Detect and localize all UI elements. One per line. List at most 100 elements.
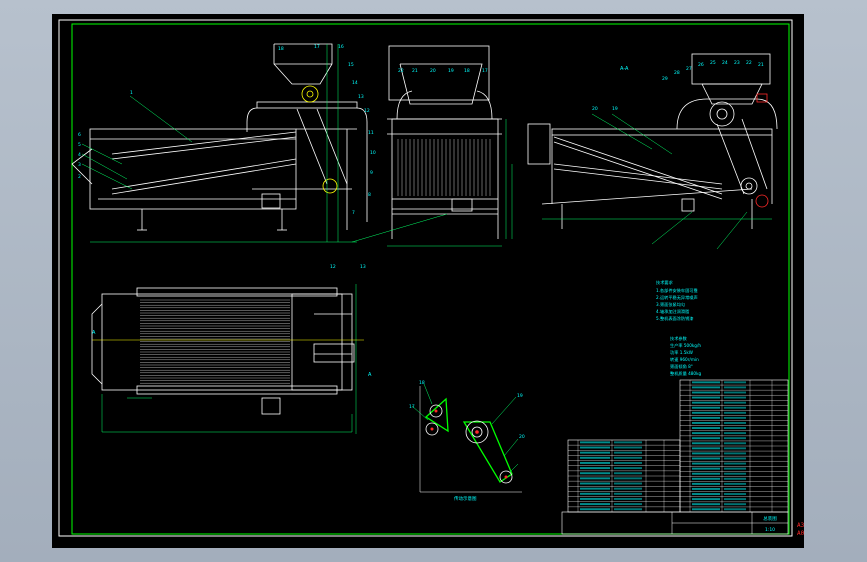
parts-cell-text — [580, 472, 610, 475]
parts-cell-text — [692, 482, 720, 485]
part-callout: 5 — [78, 142, 81, 148]
parts-cell-text — [580, 441, 610, 444]
svg-text:2.运转平稳无异常噪声: 2.运转平稳无异常噪声 — [656, 294, 698, 301]
parts-cell-text — [580, 508, 610, 511]
parts-cell-text — [692, 498, 720, 501]
section-view — [527, 53, 778, 229]
parts-cell-text — [724, 401, 746, 404]
svg-text:功率 1.5kW: 功率 1.5kW — [670, 349, 693, 356]
part-callout: 14 — [352, 80, 358, 86]
svg-text:13: 13 — [360, 264, 366, 270]
parts-cell-text — [724, 477, 746, 480]
part-callout: 9 — [370, 170, 373, 176]
part-callout: 22 — [746, 60, 752, 66]
parts-cell-text — [614, 503, 642, 506]
parts-cell-text — [692, 477, 720, 480]
parts-cell-text — [724, 447, 746, 450]
front-view — [71, 43, 368, 231]
part-callout: 28 — [674, 70, 680, 76]
belt-callout-19: 19 — [517, 393, 523, 399]
parts-cell-text — [724, 442, 746, 445]
parts-cell-text — [692, 411, 720, 414]
technical-specs: 技术参数 生产率 500kg/h 功率 1.5kW 转速 960r/min 筛面… — [670, 335, 701, 377]
parts-cell-text — [724, 396, 746, 399]
parts-cell-text — [580, 461, 610, 464]
part-callout: 17 — [482, 68, 488, 74]
parts-cell-text — [692, 442, 720, 445]
part-callout: 1 — [130, 90, 133, 96]
svg-text:A: A — [368, 372, 372, 378]
parts-cell-text — [724, 482, 746, 485]
parts-cell-text — [580, 482, 610, 485]
part-callout: 17 — [314, 44, 320, 50]
plan-view-dims — [101, 284, 357, 434]
part-callout: 22 — [398, 68, 404, 74]
side-view-dims — [351, 119, 513, 247]
side-view — [387, 45, 502, 239]
parts-cell-text — [724, 437, 746, 440]
parts-cell-text — [692, 487, 720, 490]
outer-frame — [58, 19, 793, 537]
part-callout: 18 — [278, 46, 284, 52]
part-callout: 10 — [370, 150, 376, 156]
parts-cell-text — [692, 462, 720, 465]
cad-drawing: 18 17 16151413121110987654321 22 21 20 19 18 17 — [58, 19, 793, 537]
belt-view-label: 传动示意图 — [454, 495, 477, 502]
parts-cell-text — [614, 456, 642, 459]
parts-cell-text — [724, 452, 746, 455]
drawing-name: 总装图 — [763, 515, 777, 522]
parts-cell-text — [692, 421, 720, 424]
parts-cell-text — [724, 503, 746, 506]
svg-text:A: A — [92, 330, 96, 336]
svg-text:整机质量 480kg: 整机质量 480kg — [670, 370, 701, 377]
svg-text:12: 12 — [330, 264, 336, 270]
part-callout: 21 — [412, 68, 418, 74]
part-callout: 19 — [612, 106, 618, 112]
plan-callouts: 12 13 — [330, 264, 366, 270]
parts-cell-text — [614, 497, 642, 500]
svg-text:4.轴承加注润滑脂: 4.轴承加注润滑脂 — [656, 308, 689, 315]
parts-cell-text — [692, 396, 720, 399]
revision-mark: A3 A0 — [797, 522, 804, 538]
part-callout: 21 — [758, 62, 764, 68]
parts-cell-text — [692, 493, 720, 495]
part-callout: 15 — [348, 62, 354, 68]
belt-callout-20: 20 — [519, 434, 525, 440]
parts-cell-text — [692, 401, 720, 404]
parts-list — [567, 379, 789, 513]
part-callout: 16 — [338, 44, 344, 50]
belt-callout-18: 18 — [419, 380, 425, 386]
parts-cell-text — [580, 446, 610, 449]
part-callout: 18 — [464, 68, 470, 74]
technical-notes: 技术要求 1.各部件安装牢固可靠 2.运转平稳无异常噪声 3.筛面张紧均匀 4.… — [656, 279, 698, 322]
parts-cell-text — [580, 492, 610, 495]
parts-cell-text — [580, 467, 610, 470]
parts-cell-text — [724, 386, 746, 389]
parts-cell-text — [692, 427, 720, 429]
parts-cell-text — [614, 492, 642, 495]
part-callout: 8 — [368, 192, 371, 198]
plan-view — [91, 287, 355, 415]
parts-cell-text — [724, 416, 746, 419]
parts-cell-text — [724, 493, 746, 495]
parts-cell-text — [580, 451, 610, 454]
parts-cell-text — [724, 462, 746, 465]
parts-cell-text — [614, 441, 642, 444]
front-view-callouts: 18 17 16 15 14 13 12 11 10 9 8 7 6 5 4 3 2 1 — [78, 44, 376, 216]
part-callout: 26 — [698, 62, 704, 68]
parts-cell-text — [724, 432, 746, 435]
parts-cell-text — [692, 503, 720, 506]
title-block: 总装图 1:10 — [561, 511, 789, 535]
parts-cell-text — [614, 487, 642, 490]
part-callout: 27 — [686, 66, 692, 72]
parts-cell-text — [692, 457, 720, 460]
parts-cell-text — [614, 446, 642, 449]
side-view-screen — [397, 139, 491, 196]
parts-cell-text — [724, 381, 746, 384]
part-callout: 4 — [78, 152, 81, 158]
parts-cell-text — [614, 472, 642, 475]
parts-cell-text — [724, 421, 746, 424]
part-callout: 6 — [78, 132, 81, 138]
parts-cell-text — [724, 467, 746, 470]
parts-cell-text — [724, 457, 746, 460]
